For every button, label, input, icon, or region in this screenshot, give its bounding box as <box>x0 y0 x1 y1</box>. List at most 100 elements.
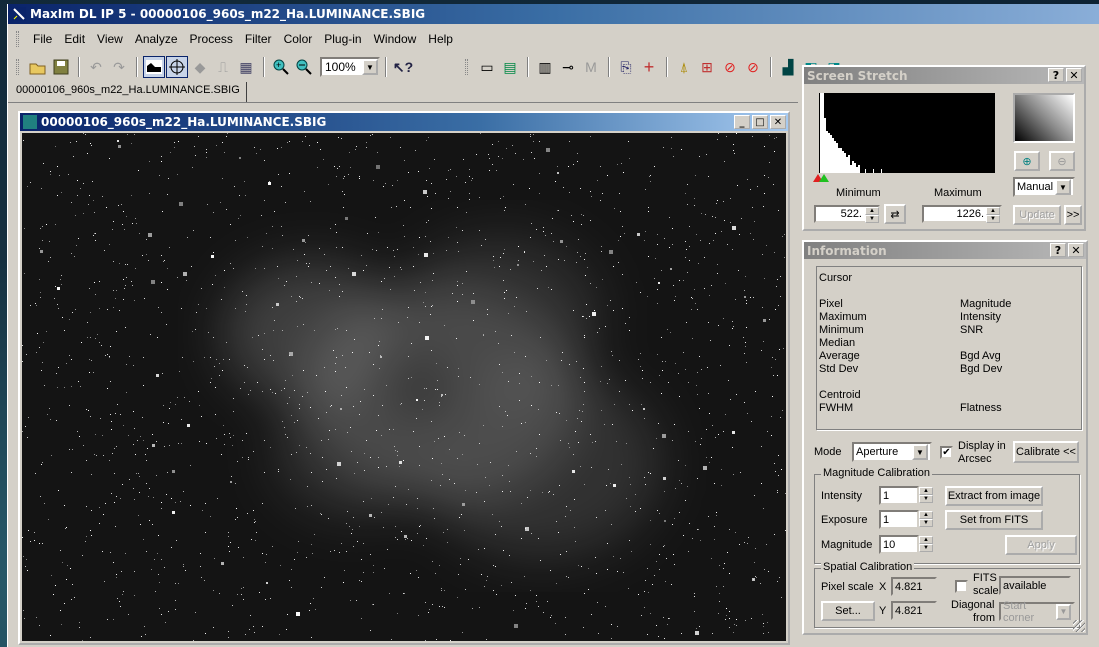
histogram[interactable] <box>819 93 995 173</box>
menu-process[interactable]: Process <box>184 30 239 48</box>
save-icon[interactable] <box>50 56 72 78</box>
chevron-down-icon[interactable]: ▼ <box>912 444 928 460</box>
zoom-level-value: 100% <box>325 60 356 74</box>
minimum-spinner[interactable]: ▲ ▼ <box>865 207 879 223</box>
intensity-label: Intensity <box>960 311 1001 323</box>
minimize-button[interactable]: _ <box>734 115 750 129</box>
help-button[interactable]: ? <box>1050 243 1066 257</box>
y-label: Y <box>879 605 887 617</box>
fits-scale-checkbox[interactable] <box>955 580 968 593</box>
duplicate-icon[interactable]: ⎘ <box>615 56 637 78</box>
pixel-scale-y-field[interactable]: 4.821 <box>891 601 937 620</box>
toolbar-separator <box>608 57 610 77</box>
display-arcsec-checkbox[interactable]: ✔ <box>940 446 953 459</box>
apply-button[interactable]: Apply <box>1005 535 1077 555</box>
image-canvas[interactable] <box>22 133 786 641</box>
multi-profile-icon[interactable]: ▤ <box>499 56 521 78</box>
crosshair-icon[interactable]: + <box>638 56 660 78</box>
pixel-scale-x-value: 4.821 <box>895 580 923 593</box>
zoom-level-select[interactable]: 100% ▼ <box>320 57 380 77</box>
toolbar-grip[interactable] <box>16 59 19 75</box>
menu-color[interactable]: Color <box>278 30 319 48</box>
spatial-calibration-title: Spatial Calibration <box>821 561 915 573</box>
calibrate-button[interactable]: Calibrate << <box>1013 441 1079 463</box>
menu-file[interactable]: File <box>27 30 58 48</box>
undo-icon[interactable]: ↶ <box>85 56 107 78</box>
magnitude-icon[interactable]: M <box>580 56 602 78</box>
std-dev-label: Std Dev <box>819 363 859 375</box>
context-help-icon[interactable]: ↖? <box>392 56 414 78</box>
toolbar2-grip[interactable] <box>465 59 468 75</box>
stretch-preview <box>1013 93 1075 143</box>
telescope-icon[interactable]: ⎍ <box>212 56 234 78</box>
magnitude-input[interactable]: 10 <box>879 535 919 554</box>
maximize-button[interactable]: □ <box>752 115 768 129</box>
redo-icon[interactable]: ↷ <box>108 56 130 78</box>
open-icon[interactable] <box>27 56 49 78</box>
mode-select[interactable]: Aperture ▼ <box>852 442 932 462</box>
stretch-mode-select[interactable]: Manual ▼ <box>1013 177 1075 197</box>
exposure-input[interactable]: 1 <box>879 510 919 529</box>
close-button[interactable]: ✕ <box>1068 243 1084 257</box>
measure-icon[interactable]: ⊸ <box>557 56 579 78</box>
magnitude-calibration-group: Magnitude Calibration Intensity 1 ▲ ▼ Ext… <box>814 467 1080 564</box>
set-button[interactable]: Set... <box>821 601 875 621</box>
image-window-titlebar[interactable]: 00000106_960s_m22_Ha.LUMINANCE.SBIG _ □ … <box>20 113 788 131</box>
menu-window[interactable]: Window <box>368 30 423 48</box>
screen-stretch-titlebar[interactable]: Screen Stretch ? ✕ <box>804 67 1084 84</box>
brush-icon[interactable]: ⍋ <box>673 56 695 78</box>
chevron-down-icon[interactable]: ▼ <box>1055 179 1071 195</box>
close-button[interactable]: ✕ <box>1066 68 1082 82</box>
fits-scale-value: available <box>1003 579 1047 592</box>
update-button[interactable]: Update <box>1013 205 1061 225</box>
menu-analyze[interactable]: Analyze <box>129 30 184 48</box>
pixel-scale-x-field[interactable]: 4.821 <box>891 577 937 596</box>
swap-min-max-button[interactable]: ⇄ <box>884 204 906 224</box>
close-button[interactable]: ✕ <box>770 115 786 129</box>
maximum-spinner[interactable]: ▲ ▼ <box>986 207 1000 223</box>
calibrate-icon[interactable]: ▥ <box>534 56 556 78</box>
maximum-label: Maximum <box>819 311 867 323</box>
magnitude-spinner[interactable]: ▲ ▼ <box>919 536 933 552</box>
resize-grip-icon[interactable] <box>1073 620 1085 632</box>
menubar-grip[interactable] <box>16 31 19 47</box>
app-titlebar[interactable]: MaxIm DL IP 5 - 00000106_960s_m22_Ha.LUM… <box>8 4 1099 24</box>
graph-icon[interactable]: ▟ <box>777 56 799 78</box>
mode-label: Mode <box>814 446 842 458</box>
nebula-image <box>22 133 786 641</box>
camera-icon[interactable]: ◆ <box>189 56 211 78</box>
zoom-out-icon[interactable] <box>293 56 315 78</box>
extract-from-image-button[interactable]: Extract from image <box>945 486 1043 506</box>
set-from-fits-button[interactable]: Set from FITS <box>945 510 1043 530</box>
chevron-down-icon[interactable]: ▼ <box>1055 603 1071 620</box>
zoom-out-histogram-button[interactable]: ⊖ <box>1049 151 1075 171</box>
zoom-in-icon[interactable]: + <box>270 56 292 78</box>
kernel-icon[interactable]: ⊞ <box>696 56 718 78</box>
menu-help[interactable]: Help <box>422 30 459 48</box>
max-marker-icon[interactable] <box>819 174 829 182</box>
chevron-down-icon[interactable]: ▼ <box>362 59 378 75</box>
menu-filter[interactable]: Filter <box>239 30 278 48</box>
tab-document[interactable]: 00000106_960s_m22_Ha.LUMINANCE.SBIG <box>10 82 247 102</box>
menu-view[interactable]: View <box>91 30 129 48</box>
diagonal-from-select[interactable]: Start corner ▼ <box>999 600 1075 624</box>
line-profile-icon[interactable]: ▭ <box>476 56 498 78</box>
properties-icon[interactable]: ▦ <box>235 56 257 78</box>
screen-stretch-icon[interactable] <box>143 56 165 78</box>
menubar: File Edit View Analyze Process Filter Co… <box>8 28 1099 50</box>
intensity-label: Intensity <box>821 490 862 502</box>
menu-edit[interactable]: Edit <box>58 30 91 48</box>
menu-plugin[interactable]: Plug-in <box>318 30 367 48</box>
exposure-spinner[interactable]: ▲ ▼ <box>919 511 933 527</box>
information-icon[interactable] <box>166 56 188 78</box>
fwhm-label: FWHM <box>819 402 854 414</box>
more-options-button[interactable]: >> <box>1064 205 1082 225</box>
help-button[interactable]: ? <box>1048 68 1064 82</box>
information-titlebar[interactable]: Information ? ✕ <box>804 242 1086 259</box>
no-flag-icon[interactable]: ⊘ <box>719 56 741 78</box>
no-color-icon[interactable]: ⊘ <box>742 56 764 78</box>
intensity-input[interactable]: 1 <box>879 486 919 505</box>
toolbar-separator <box>527 57 529 77</box>
zoom-in-histogram-button[interactable]: ⊕ <box>1014 151 1040 171</box>
intensity-spinner[interactable]: ▲ ▼ <box>919 487 933 503</box>
